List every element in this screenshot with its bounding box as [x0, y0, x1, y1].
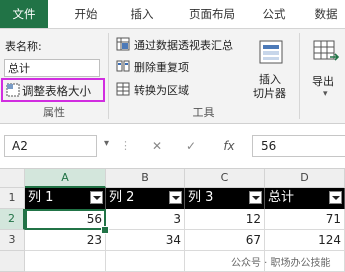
remove-duplicates-icon	[116, 60, 130, 72]
table-name-input[interactable]: 总计	[4, 59, 100, 77]
convert-to-range-label: 转换为区域	[134, 84, 189, 97]
export-button[interactable]: 导出 ▾	[306, 37, 345, 103]
filter-dropdown-icon[interactable]	[249, 191, 262, 204]
table-header-cell[interactable]: 列 3	[185, 188, 265, 209]
pivot-table-icon	[116, 37, 130, 51]
column-header-a[interactable]: A	[25, 169, 106, 188]
enter-icon[interactable]: ✓	[180, 135, 202, 157]
remove-duplicates-button[interactable]: 删除重复项	[116, 58, 236, 74]
empty-cell[interactable]	[25, 251, 106, 272]
watermark-text: 公众号 · 职场办公技能	[231, 258, 331, 269]
table-cell[interactable]: 23	[25, 230, 106, 251]
resize-table-label: 调整表格大小	[22, 84, 91, 98]
column-header-b[interactable]: B	[106, 169, 185, 188]
table-header-cell[interactable]: 列 1	[25, 188, 106, 209]
more-options-icon: ⋮	[120, 139, 131, 152]
tab-page-layout[interactable]: 页面布局	[180, 0, 244, 28]
fill-handle[interactable]	[101, 226, 109, 234]
ribbon-panel: 表名称: 总计 调整表格大小 属性 通过数据透视表汇总 删除重复项 转换为区域 …	[0, 29, 345, 124]
tab-home[interactable]: 开始	[66, 0, 106, 28]
resize-table-button[interactable]: 调整表格大小	[6, 82, 102, 98]
pivot-summary-label: 通过数据透视表汇总	[134, 39, 233, 52]
insert-slicer-label-2: 切片器	[253, 87, 286, 100]
tab-insert[interactable]: 插入	[122, 0, 162, 28]
active-cell-outline	[25, 209, 106, 230]
filter-dropdown-icon[interactable]	[90, 191, 103, 204]
filter-dropdown-icon[interactable]	[169, 191, 182, 204]
filter-dropdown-icon[interactable]	[329, 191, 342, 204]
resize-table-icon	[6, 83, 20, 97]
formula-input[interactable]: 56	[252, 135, 345, 157]
table-header-label: 列 2	[109, 190, 135, 205]
properties-group-label: 属性	[43, 106, 65, 119]
tab-formulas[interactable]: 公式	[254, 0, 294, 28]
insert-slicer-button[interactable]: 插入 切片器	[247, 37, 295, 103]
export-table-icon	[313, 40, 340, 61]
table-header-cell[interactable]: 列 2	[106, 188, 185, 209]
cancel-icon[interactable]: ✕	[146, 135, 168, 157]
table-header-label: 总计	[268, 190, 295, 205]
tab-data[interactable]: 数据	[306, 0, 345, 28]
convert-to-range-icon	[116, 82, 130, 96]
tools-group-label: 工具	[192, 106, 215, 119]
table-cell[interactable]: 12	[185, 209, 265, 230]
row-header	[0, 251, 25, 272]
table-cell[interactable]: 34	[106, 230, 185, 251]
row-header-3[interactable]: 3	[0, 230, 25, 251]
column-header-d[interactable]: D	[265, 169, 345, 188]
select-all-corner[interactable]	[0, 169, 25, 188]
name-box-dropdown-icon[interactable]: ▾	[104, 138, 109, 149]
table-header-cell[interactable]: 总计	[265, 188, 345, 209]
table-name-label: 表名称:	[5, 40, 42, 53]
table-cell[interactable]: 67	[185, 230, 265, 251]
row-header-2[interactable]: 2	[0, 209, 25, 230]
name-box[interactable]: A2	[4, 135, 97, 157]
table-header-label: 列 1	[28, 190, 54, 205]
table-cell[interactable]: 3	[106, 209, 185, 230]
empty-cell[interactable]	[106, 251, 185, 272]
remove-duplicates-label: 删除重复项	[134, 61, 189, 74]
column-header-c[interactable]: C	[185, 169, 265, 188]
insert-function-icon[interactable]: fx	[216, 135, 242, 157]
chevron-down-icon: ▾	[323, 89, 328, 99]
table-cell[interactable]: 71	[265, 209, 345, 230]
row-header-1[interactable]: 1	[0, 188, 25, 209]
ribbon-tabbar: 文件 开始 插入 页面布局 公式 数据	[0, 0, 345, 29]
tab-file[interactable]: 文件	[0, 0, 48, 28]
table-cell[interactable]: 124	[265, 230, 345, 251]
group-divider	[299, 33, 300, 119]
convert-to-range-button[interactable]: 转换为区域	[116, 81, 236, 97]
table-header-label: 列 3	[188, 190, 214, 205]
export-label: 导出	[312, 75, 334, 88]
slicer-icon	[259, 40, 283, 64]
